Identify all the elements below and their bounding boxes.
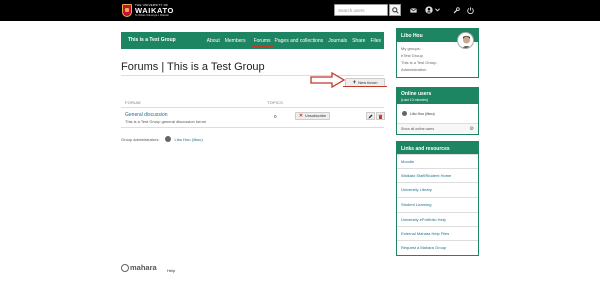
unsubscribe-button[interactable]: ✕ Unsubscribe xyxy=(295,112,330,120)
link-request-group[interactable]: Request a Mahara Group xyxy=(397,240,478,253)
pencil-icon xyxy=(368,114,373,118)
annotation-arrow-icon xyxy=(310,72,346,88)
tab-about[interactable]: About xyxy=(207,38,220,44)
group-tabs: About Members Forums Pages and collectio… xyxy=(202,32,381,49)
logout-icon[interactable] xyxy=(466,5,474,15)
online-user-item[interactable]: Libo Hou (libou) xyxy=(402,111,435,116)
search-button[interactable] xyxy=(389,4,401,16)
gear-icon[interactable]: ⚙ xyxy=(470,126,474,132)
links-resources-title: Links and resources xyxy=(397,142,478,154)
edit-forum-button[interactable] xyxy=(366,112,375,120)
group-nav: This is a Test Group About Members Forum… xyxy=(121,32,384,49)
search-input[interactable]: Search users xyxy=(334,4,388,16)
top-bar: THE UNIVERSITY OF WAIKATO Te Whare Wānan… xyxy=(0,0,600,21)
crest-icon xyxy=(122,4,132,17)
online-users-block: Online users (Last 10 minutes) Libo Hou … xyxy=(396,87,479,135)
link-student-learning[interactable]: Student Learning xyxy=(397,197,478,210)
user-icon[interactable] xyxy=(424,5,434,15)
page-title: Forums | This is a Test Group xyxy=(121,61,265,73)
tab-forums[interactable]: Forums xyxy=(250,34,274,47)
links-resources-block: Links and resources Moodle Waikato Staff… xyxy=(396,141,479,256)
close-icon: ✕ xyxy=(298,113,304,119)
profile-link-test-group[interactable]: This is a Test Group xyxy=(401,60,437,65)
link-waikato-home[interactable]: Waikato Staff/Student Home xyxy=(397,168,478,181)
table-header-divider xyxy=(121,107,384,108)
group-title[interactable]: This is a Test Group xyxy=(128,37,176,43)
online-users-header: Online users (Last 10 minutes) xyxy=(397,88,478,104)
chevron-down-icon[interactable] xyxy=(434,5,440,15)
profile-link-my-groups[interactable]: My groups: xyxy=(401,46,421,51)
mahara-logo[interactable]: mahara xyxy=(121,263,157,272)
logo-text: THE UNIVERSITY OF WAIKATO Te Whare Wānan… xyxy=(135,4,174,17)
link-eportfolio-help[interactable]: University ePortfolio Help xyxy=(397,212,478,225)
link-university-library[interactable]: University Library xyxy=(397,182,478,195)
group-admins-label: Group administrators: xyxy=(121,136,160,142)
column-header-topics: TOPICS xyxy=(267,100,284,105)
envelope-icon[interactable] xyxy=(409,5,418,15)
avatar xyxy=(402,111,407,116)
link-moodle[interactable]: Moodle xyxy=(397,154,478,167)
unsubscribe-label: Unsubscribe xyxy=(305,114,327,118)
mahara-brand: mahara xyxy=(130,263,157,272)
online-users-title: Online users xyxy=(401,91,432,97)
delete-forum-button[interactable] xyxy=(376,112,385,120)
tab-share[interactable]: Share xyxy=(352,38,365,44)
column-header-forum: FORUM xyxy=(125,100,141,105)
group-administrators: Group administrators: Libo Hou (libou) xyxy=(121,136,203,142)
show-all-online-users-link[interactable]: Show all online users ⚙ xyxy=(397,123,478,133)
online-user-name: Libo Hou (libou) xyxy=(410,111,435,116)
tab-members[interactable]: Members xyxy=(225,38,246,44)
annotation-underline xyxy=(343,86,387,87)
logo-line3: Te Whare Wānanga o Waikato xyxy=(135,13,169,17)
show-all-label: Show all online users xyxy=(401,127,435,131)
profile-link-administration[interactable]: Administration xyxy=(401,67,426,72)
mahara-swirl-icon xyxy=(121,263,129,272)
search-icon xyxy=(391,6,399,14)
profile-avatar[interactable] xyxy=(457,32,474,49)
help-link[interactable]: Help xyxy=(167,268,175,273)
avatar xyxy=(165,136,172,142)
trash-icon xyxy=(378,114,383,119)
plus-icon: + xyxy=(352,79,357,86)
group-admin-link[interactable]: Libo Hou (libou) xyxy=(174,137,202,142)
profile-link-etest-group[interactable]: eTest Group xyxy=(401,53,423,58)
link-mahara-help-files[interactable]: External Mahara Help Files xyxy=(397,226,478,239)
tab-pages-collections[interactable]: Pages and collections xyxy=(275,38,324,44)
forum-topic-count: 0 xyxy=(274,114,277,119)
wrench-icon[interactable] xyxy=(452,5,460,15)
table-row-divider xyxy=(121,127,384,128)
forum-name-link[interactable]: General discussion xyxy=(125,112,168,118)
tab-journals[interactable]: Journals xyxy=(328,38,347,44)
university-logo[interactable]: THE UNIVERSITY OF WAIKATO Te Whare Wānan… xyxy=(122,3,174,18)
new-forum-label: New forum xyxy=(358,80,378,85)
online-users-subtitle: (Last 10 minutes) xyxy=(401,98,429,102)
forum-description: This is a Test Group general discussion … xyxy=(125,119,207,124)
tab-files[interactable]: Files xyxy=(370,38,381,44)
